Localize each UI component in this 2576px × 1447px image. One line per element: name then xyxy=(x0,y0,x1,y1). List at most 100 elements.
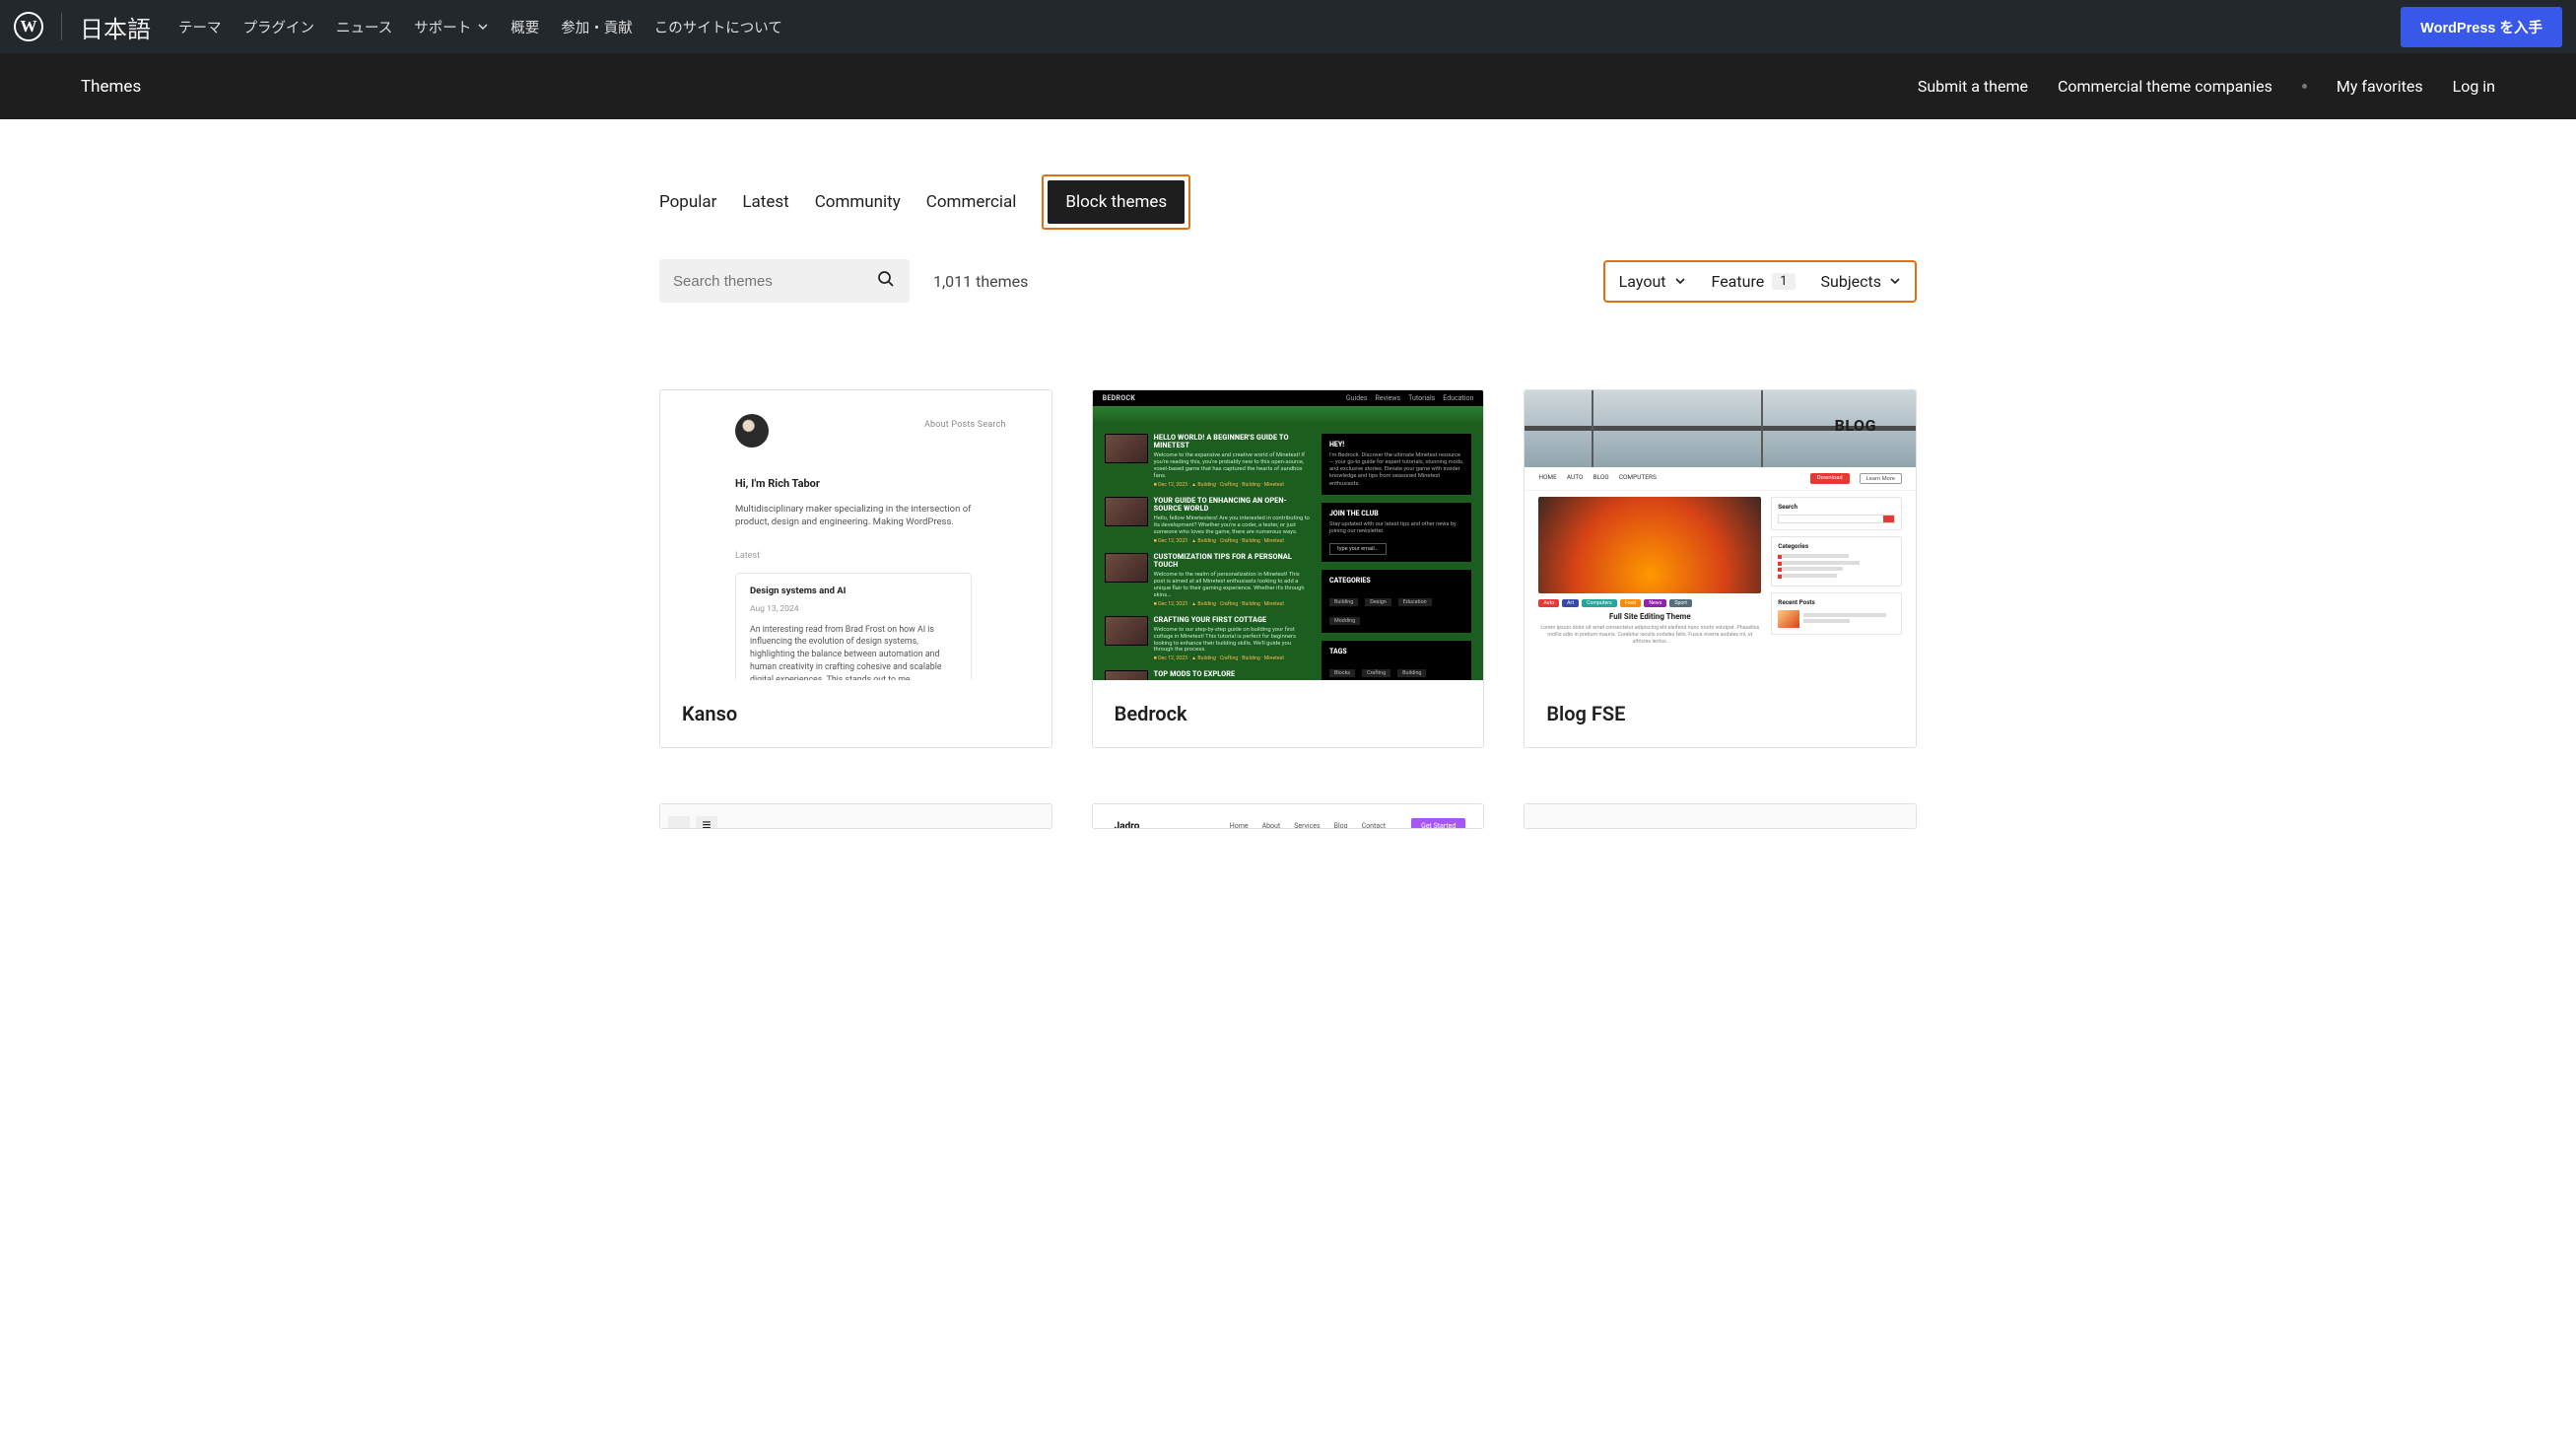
nav-about[interactable]: 概要 xyxy=(510,17,539,37)
preview-bio: Multidisciplinary maker specializing in … xyxy=(735,504,1006,529)
thumbnail-icon xyxy=(1105,497,1148,526)
preview-brand: Jadro xyxy=(1115,821,1140,830)
tab-latest[interactable]: Latest xyxy=(742,192,788,212)
theme-card[interactable]: ≡ xyxy=(659,803,1052,829)
chevron-down-icon xyxy=(1889,272,1901,291)
preview-chip: News xyxy=(1644,599,1666,607)
tab-active-highlight: Block themes xyxy=(1042,174,1190,230)
link-commercial-companies[interactable]: Commercial theme companies xyxy=(2058,77,2272,96)
preview-chip: Auto xyxy=(1538,599,1559,607)
preview-main: HELLO WORLD! A BEGINNER'S GUIDE TO MINET… xyxy=(1093,424,1484,680)
filter-subjects[interactable]: Subjects xyxy=(1821,272,1901,291)
preview-item-body: Welcome to the realm of personalization … xyxy=(1154,572,1312,599)
preview-image xyxy=(1538,497,1761,593)
preview-item-title: CRAFTING YOUR FIRST COTTAGE xyxy=(1154,616,1312,624)
get-wordpress-button[interactable]: WordPress を入手 xyxy=(2401,7,2562,47)
preview-nav-item: AUTO xyxy=(1567,473,1584,484)
preview-side-body: Stay updated with our latest tips and ot… xyxy=(1329,521,1463,535)
preview-hero-title: BLOG xyxy=(1835,416,1876,435)
theme-preview xyxy=(1525,804,1916,829)
nav-support[interactable]: サポート xyxy=(414,17,489,37)
preview-chip: Computers xyxy=(1582,599,1617,607)
preview-hero: BLOG xyxy=(1525,390,1916,467)
preview-item-title: TOP MODS TO EXPLORE xyxy=(1154,670,1312,678)
preview-search-input xyxy=(1778,515,1895,523)
theme-card-bedrock[interactable]: BEDROCK Guides Reviews Tutorials Educati… xyxy=(1092,389,1485,748)
preview-chip: Design xyxy=(1365,598,1391,606)
preview-nav-item: COMPUTERS xyxy=(1619,473,1657,484)
preview-post-date: Aug 13, 2024 xyxy=(750,604,957,614)
hamburger-icon: ≡ xyxy=(696,816,717,829)
preview-post-card: Design systems and AI Aug 13, 2024 An in… xyxy=(735,573,972,680)
preview-side-heading: HEY! xyxy=(1329,441,1463,448)
link-login[interactable]: Log in xyxy=(2453,77,2495,96)
preview-chip: Food xyxy=(1620,599,1642,607)
chevron-down-icon xyxy=(1674,272,1686,291)
preview-section-label: Latest xyxy=(735,551,1006,561)
preview-cta-button: Get Started xyxy=(1411,818,1465,829)
theme-card-jadro[interactable]: Jadro Home About Services Blog Contact G… xyxy=(1092,803,1485,829)
filter-feature-count-badge: 1 xyxy=(1772,273,1795,290)
preview-line xyxy=(1778,574,1836,578)
preview-link: Tutorials xyxy=(1408,394,1435,402)
preview-panel-heading: Search xyxy=(1778,503,1895,511)
bridge-pillar-icon xyxy=(1751,390,1773,467)
preview-item-title: YOUR GUIDE TO ENHANCING AN OPEN-SOURCE W… xyxy=(1154,497,1312,513)
nav-themes[interactable]: テーマ xyxy=(178,17,222,37)
preview-nav: About Posts Search xyxy=(924,420,1006,430)
tab-community[interactable]: Community xyxy=(815,192,901,212)
tab-commercial[interactable]: Commercial xyxy=(926,192,1017,212)
preview-side-heading: JOIN THE CLUB xyxy=(1329,510,1463,517)
theme-card-blog-fse[interactable]: BLOG HOME AUTO BLOG COMPUTERS Download L… xyxy=(1524,389,1917,748)
search-input[interactable] xyxy=(673,273,876,290)
nav-plugins[interactable]: プラグイン xyxy=(243,17,315,37)
thumbnail-icon xyxy=(1105,670,1148,680)
preview-item-title: HELLO WORLD! A BEGINNER'S GUIDE TO MINET… xyxy=(1154,434,1312,449)
preview-topbar: BEDROCK Guides Reviews Tutorials Educati… xyxy=(1093,390,1484,406)
preview-image xyxy=(737,828,875,829)
preview-link: Guides xyxy=(1346,394,1368,402)
theme-title: Bedrock xyxy=(1093,680,1484,747)
preview-item-title: CUSTOMIZATION TIPS FOR A PERSONAL TOUCH xyxy=(1154,553,1312,569)
tab-block-themes[interactable]: Block themes xyxy=(1048,180,1185,224)
filter-feature[interactable]: Feature 1 xyxy=(1712,272,1796,291)
search-icon[interactable] xyxy=(876,269,896,293)
theme-card[interactable] xyxy=(1524,803,1917,829)
preview-line xyxy=(1778,567,1842,571)
theme-title: Blog FSE xyxy=(1525,680,1916,747)
preview-chip: Building xyxy=(1329,598,1358,606)
tab-popular[interactable]: Popular xyxy=(659,192,716,212)
filter-subjects-label: Subjects xyxy=(1821,272,1881,291)
nav-news[interactable]: ニュース xyxy=(336,17,392,37)
wordpress-logo-icon[interactable]: W xyxy=(14,12,43,41)
preview-nav-item: Blog xyxy=(1334,822,1348,829)
preview-main-heading: Full Site Editing Theme xyxy=(1538,612,1761,621)
preview-chip: Art xyxy=(1562,599,1579,607)
content-wrap: Popular Latest Community Commercial Bloc… xyxy=(647,119,1929,829)
theme-card-kanso[interactable]: About Posts Search Hi, I'm Rich Tabor Mu… xyxy=(659,389,1052,748)
preview-line xyxy=(1778,561,1860,565)
nav-support-label: サポート xyxy=(414,17,471,37)
nav-about-site[interactable]: このサイトについて xyxy=(654,17,782,37)
theme-title: Kanso xyxy=(660,680,1051,747)
preview-nav-item: Home xyxy=(1230,822,1249,829)
page-title: Themes xyxy=(81,77,141,97)
thumbnail-icon xyxy=(1105,616,1148,646)
locale-label[interactable]: 日本語 xyxy=(80,10,151,44)
preview-input-placeholder: type your email… xyxy=(1329,543,1387,555)
filter-layout[interactable]: Layout xyxy=(1619,272,1686,291)
preview-post-body: An interesting read from Brad Frost on h… xyxy=(750,624,957,680)
thumbnail-icon xyxy=(1778,610,1799,628)
nav-get-involved[interactable]: 参加・貢献 xyxy=(561,17,633,37)
filter-controls-highlight: Layout Feature 1 Subjects xyxy=(1603,260,1917,303)
preview-nav-item: BLOG xyxy=(1593,473,1608,484)
preview-post-title: Design systems and AI xyxy=(750,586,957,596)
link-submit-theme[interactable]: Submit a theme xyxy=(1918,77,2028,96)
preview-chip: Blocks xyxy=(1329,669,1355,677)
link-my-favorites[interactable]: My favorites xyxy=(2337,77,2423,96)
preview-nav-item: HOME xyxy=(1538,473,1556,484)
theme-preview-bedrock: BEDROCK Guides Reviews Tutorials Educati… xyxy=(1093,390,1484,680)
preview-chip: Crafting xyxy=(1362,669,1390,677)
search-and-filters-row: 1,011 themes Layout Feature 1 Subjects xyxy=(659,253,1917,320)
preview-nav: Home About Services Blog Contact xyxy=(1230,822,1386,829)
